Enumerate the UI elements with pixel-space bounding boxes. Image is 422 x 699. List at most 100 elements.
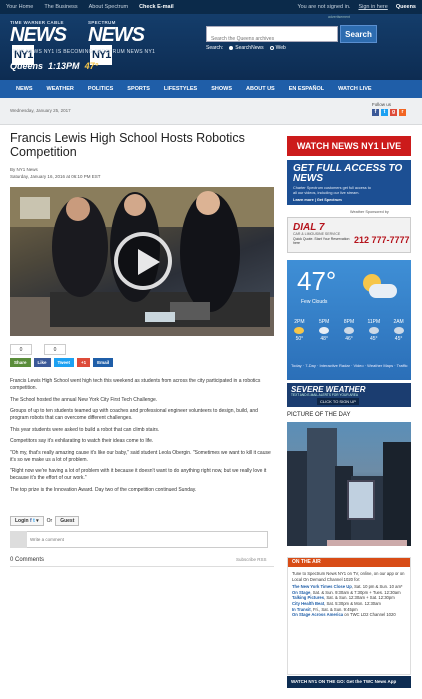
sun-icon <box>294 327 305 334</box>
share-buttons: Share Like Tweet +1 Email <box>10 358 114 367</box>
weather-widget[interactable]: 47° Few Clouds 2PM 50° 5PM 48° 8PM 46° 11PM… <box>287 260 411 380</box>
app-promo-bar[interactable]: WATCH NY1 ON THE GO: Get the TWC News Ap… <box>287 676 411 688</box>
topbar-link-check-email[interactable]: Check E-mail <box>139 4 174 10</box>
search-field[interactable] <box>206 26 338 46</box>
on-the-air-box: ON THE AIR Tune to Spectrum News NY1 on … <box>287 557 411 675</box>
follow-label: Follow us <box>372 102 392 107</box>
cloud-icon <box>368 327 379 334</box>
video-player[interactable] <box>10 187 274 336</box>
share-count: 0 <box>44 344 66 355</box>
like-button[interactable]: Like <box>33 358 51 367</box>
topbar-link-the-business[interactable]: The Business <box>44 4 77 10</box>
comment-login: Login f t ▾ Or Guest <box>10 516 80 526</box>
weather-links[interactable]: Today · 7-Day · Interactive Radar · Vide… <box>291 363 409 369</box>
rebrand-tagline: TWC NEWS NY1 IS BECOMING SPECTRUM NEWS N… <box>12 49 156 55</box>
current-date: Wednesday, January 25, 2017 <box>10 108 71 113</box>
nav-news[interactable]: NEWS <box>16 86 33 92</box>
on-the-air-title: ON THE AIR <box>288 558 410 567</box>
share-counts: 0 0 <box>10 344 66 355</box>
severe-weather-ad[interactable]: SEVERE WEATHER TEXT AND E-MAIL ALERTS FO… <box>287 383 411 407</box>
comment-box[interactable] <box>10 531 268 548</box>
current-temp: 47° <box>297 266 337 296</box>
potd-title: PICTURE OF THE DAY <box>287 412 351 418</box>
search-option-news[interactable]: SearchNews <box>229 45 264 51</box>
social-icons: f t g r <box>372 109 406 116</box>
article-body: Francis Lewis High School went high tech… <box>10 378 275 498</box>
severe-signup-button[interactable]: CLICK TO SIGN UP <box>317 398 359 405</box>
login-button[interactable]: Login f t ▾ <box>10 516 44 526</box>
nav-lifestyles[interactable]: LIFESTYLES <box>164 86 197 92</box>
article-paragraph: Competitors say it's exhilarating to wat… <box>10 438 154 444</box>
sign-in-link[interactable]: Sign in here <box>358 4 387 10</box>
cloud-icon <box>393 327 404 334</box>
article-paragraph: The top prize is the Innovation Award. D… <box>10 486 197 493</box>
facebook-icon[interactable]: f <box>372 109 379 116</box>
signed-out-text: You are not signed in. <box>297 4 351 10</box>
rss-icon[interactable]: r <box>399 109 406 116</box>
tweet-button[interactable]: Tweet <box>53 358 74 367</box>
nav-watch-live[interactable]: WATCH LIVE <box>338 86 372 92</box>
schedule-item: On Stage Across America on TWC LD2 Chann… <box>292 612 396 618</box>
search-button[interactable]: Search <box>340 25 377 43</box>
picture-of-the-day[interactable] <box>287 422 411 546</box>
ad-label: advertisement <box>328 15 350 19</box>
partly-cloudy-icon <box>359 274 399 302</box>
cloud-icon <box>319 327 330 334</box>
googleplus-icon[interactable]: g <box>390 109 397 116</box>
search-option-web[interactable]: Web <box>269 45 286 51</box>
byline: By NY1 News Saturday, January 16, 2016 a… <box>10 166 100 180</box>
hour-forecast: 5PM 48° <box>319 319 330 342</box>
article-paragraph: The School hosted the annual New York Ci… <box>10 396 158 403</box>
article-timestamp: Saturday, January 16, 2016 at 06:10 PM E… <box>10 174 101 179</box>
subscribe-link[interactable]: Subscribe RSS <box>236 557 267 562</box>
twc-news-logo[interactable]: TIME WARNER CABLE NEWSNY1 <box>10 20 82 65</box>
plusone-button[interactable]: +1 <box>76 358 91 367</box>
avatar <box>10 531 27 548</box>
comments-count[interactable]: 0 Comments <box>10 557 44 563</box>
comment-input[interactable] <box>30 532 265 547</box>
email-button[interactable]: Email <box>93 358 114 367</box>
cloud-icon <box>343 327 354 334</box>
article-paragraph: Francis Lewis High School went high tech… <box>10 378 261 391</box>
main-nav: NEWS WEATHER POLITICS SPORTS LIFESTYLES … <box>0 80 422 98</box>
search-options: Search: SearchNews Web <box>206 45 286 51</box>
top-bar: Your Home The Business About Spectrum Ch… <box>0 0 422 14</box>
play-button[interactable] <box>114 232 172 290</box>
share-button[interactable]: Share <box>10 358 31 367</box>
article-paragraph: Groups of up to ten students teamed up w… <box>10 408 258 421</box>
article-paragraph: "Right now we're having a lot of problem… <box>10 468 267 481</box>
ad-text: Charter Spectrum customers get full acce… <box>293 186 371 195</box>
hour-forecast: 2PM 50° <box>294 319 305 342</box>
nav-weather[interactable]: WEATHER <box>47 86 74 92</box>
twitter-icon[interactable]: t <box>381 109 388 116</box>
ad-headline: GET FULL ACCESS TO NEWS <box>293 163 403 184</box>
nav-en-espanol[interactable]: EN ESPAÑOL <box>289 86 324 92</box>
hour-forecast: 8PM 46° <box>343 319 355 342</box>
nav-sports[interactable]: SPORTS <box>127 86 150 92</box>
nav-politics[interactable]: POLITICS <box>88 86 113 92</box>
article-title: Francis Lewis High School Hosts Robotics… <box>10 131 245 159</box>
hour-forecast: 11PM 45° <box>367 319 381 342</box>
like-count: 0 <box>10 344 32 355</box>
ad-links[interactable]: Learn more | Get Spectrum <box>293 198 342 202</box>
location-time-temp: Queens 1:13PM 47° <box>10 61 99 71</box>
divider <box>10 566 274 567</box>
spectrum-access-ad[interactable]: GET FULL ACCESS TO NEWS Charter Spectrum… <box>287 160 411 205</box>
watch-live-button[interactable]: WATCH NEWS NY1 LIVE <box>287 136 411 156</box>
article-paragraph: "Oh my, that's really amazing cause it's… <box>10 449 271 463</box>
phone-number: 212 777-7777 <box>354 235 410 245</box>
article-author: By NY1 News <box>10 167 38 172</box>
hour-forecast: 2AM 45° <box>393 319 404 342</box>
spectrum-news-logo[interactable]: SPECTRUM NEWSNY1 <box>88 20 160 65</box>
location-link[interactable]: Queens <box>396 4 416 10</box>
dial7-ad[interactable]: DIAL 7 CAR & LIMOUSINE SERVICE Quick Quo… <box>287 217 411 253</box>
topbar-link-your-home[interactable]: Your Home <box>6 4 33 10</box>
topbar-account: You are not signed in. Sign in here Quee… <box>297 4 416 10</box>
topbar-link-about-spectrum[interactable]: About Spectrum <box>89 4 128 10</box>
nav-about-us[interactable]: ABOUT US <box>246 86 275 92</box>
guest-button[interactable]: Guest <box>55 516 80 526</box>
sponsor-label: Weather Sponsored by <box>350 210 389 214</box>
search-input[interactable] <box>207 32 337 46</box>
nav-shows[interactable]: SHOWS <box>211 86 232 92</box>
on-the-air-list: Tune to Spectrum News NY1 on TV, online,… <box>292 571 408 618</box>
